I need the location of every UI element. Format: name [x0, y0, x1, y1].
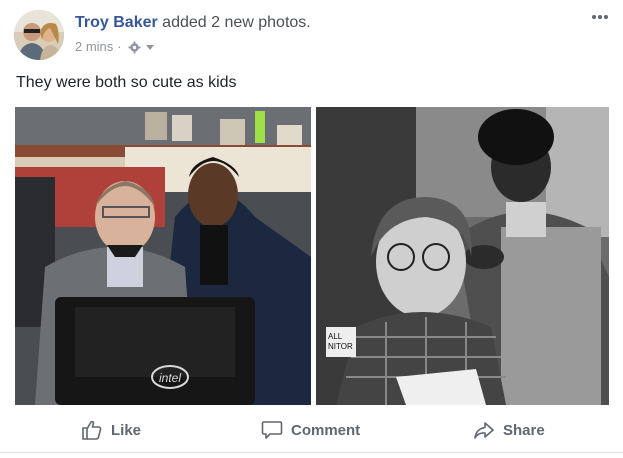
sign-text-2: NITOR — [328, 342, 353, 351]
avatar[interactable] — [14, 10, 64, 60]
more-options-icon[interactable] — [589, 9, 611, 25]
photo-2[interactable]: ALL NITOR — [316, 107, 609, 405]
sign-text-1: ALL — [328, 332, 343, 341]
post-header: Troy Baker added 2 new photos. — [75, 13, 311, 33]
comment-button[interactable]: Comment — [261, 412, 360, 448]
divider — [0, 452, 623, 453]
photo-1[interactable]: intel — [15, 107, 311, 405]
post-action-text: added 2 new photos. — [157, 14, 311, 31]
comment-icon — [261, 420, 283, 440]
like-button[interactable]: Like — [81, 412, 141, 448]
post-actions-bar: Like Comment Share — [0, 412, 623, 448]
share-arrow-icon — [473, 420, 495, 440]
share-button[interactable]: Share — [473, 412, 545, 448]
thumbs-up-icon — [81, 420, 103, 440]
comment-label: Comment — [291, 421, 361, 439]
feed-post: Troy Baker added 2 new photos. 2 mins · … — [0, 0, 623, 458]
timestamp[interactable]: 2 mins — [75, 39, 113, 55]
share-label: Share — [503, 421, 545, 439]
meta-separator: · — [117, 39, 122, 54]
post-meta: 2 mins · — [75, 39, 155, 55]
author-name[interactable]: Troy Baker — [75, 14, 158, 31]
chevron-down-icon[interactable] — [145, 43, 155, 51]
post-text: They were both so cute as kids — [16, 74, 237, 91]
like-label: Like — [111, 421, 142, 439]
intel-logo-text: intel — [159, 371, 181, 385]
privacy-gear-icon[interactable] — [128, 41, 141, 54]
